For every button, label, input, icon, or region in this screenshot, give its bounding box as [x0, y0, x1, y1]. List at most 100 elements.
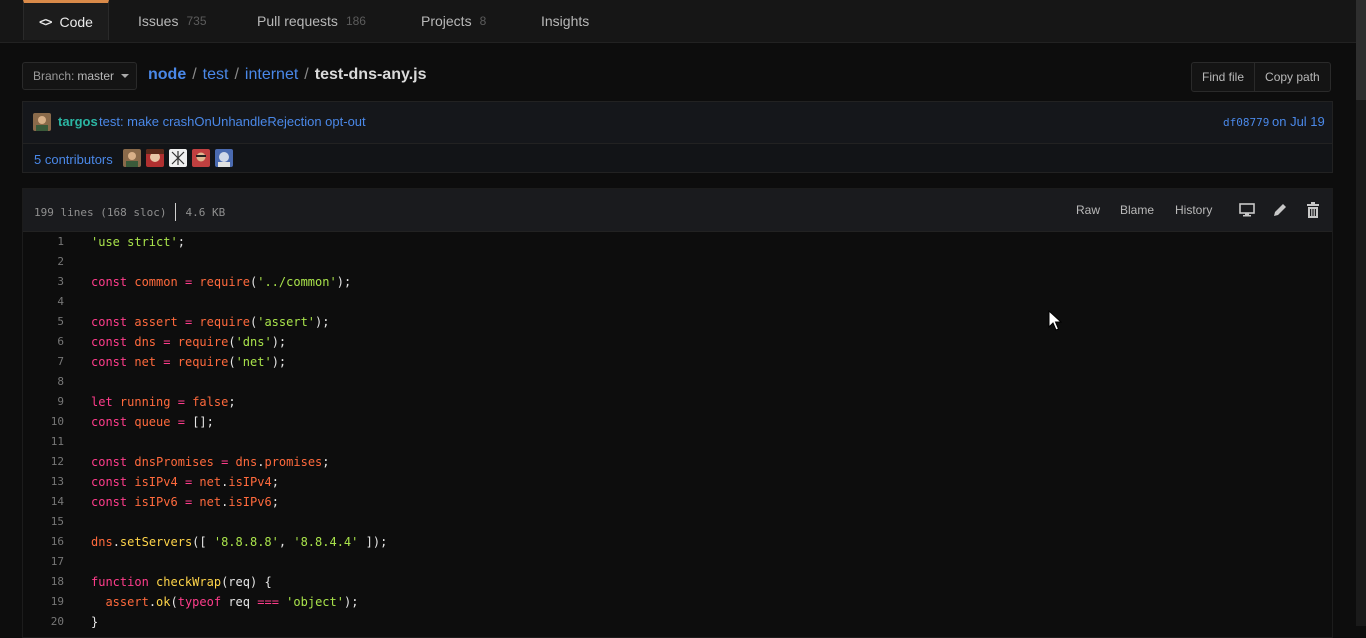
tab-code-label: Code — [59, 13, 93, 30]
latest-commit-row: targos test: make crashOnUnhandleRejecti… — [23, 102, 1332, 144]
file-info-divider — [175, 203, 177, 221]
line-content: const isIPv6 = net.isIPv6; — [91, 495, 279, 509]
code-line: 11 — [23, 432, 1332, 452]
copy-path-button[interactable]: Copy path — [1254, 63, 1330, 91]
mouse-pointer-icon — [1048, 310, 1062, 331]
repo-nav: <> Code Issues 735 Pull requests 186 Pro… — [0, 0, 1356, 43]
code-line: 20} — [23, 612, 1332, 632]
raw-button[interactable]: Raw — [1076, 203, 1100, 217]
file-viewer: 199 lines (168 sloc) 4.6 KB Raw Blame Hi… — [22, 188, 1333, 638]
contributor-avatar[interactable] — [123, 149, 141, 167]
code-line: 7 const net = require('net'); — [23, 352, 1332, 372]
tab-projects[interactable]: Projects 8 — [421, 0, 486, 42]
line-content: dns.setServers([ '8.8.8.8', '8.8.4.4' ])… — [91, 535, 388, 549]
line-content: const common = require('../common'); — [91, 275, 352, 289]
breadcrumb-separator: / — [234, 66, 239, 83]
tab-insights-label: Insights — [541, 13, 590, 29]
issues-count: 735 — [186, 14, 207, 28]
line-number[interactable]: 17 — [23, 552, 64, 572]
code-line: 13 const isIPv4 = net.isIPv4; — [23, 472, 1332, 492]
code-line: 12 const dnsPromises = dns.promises; — [23, 452, 1332, 472]
code-icon: <> — [39, 14, 52, 29]
line-number[interactable]: 14 — [23, 492, 64, 512]
contributor-avatar[interactable] — [146, 149, 164, 167]
line-content: function checkWrap(req) { — [91, 575, 272, 589]
branch-select-button[interactable]: Branch: master — [22, 62, 137, 90]
pencil-icon[interactable] — [1272, 202, 1288, 218]
code-line: 9 let running = false; — [23, 392, 1332, 412]
history-button[interactable]: History — [1175, 203, 1212, 217]
trash-icon[interactable] — [1306, 202, 1320, 218]
contributors-link[interactable]: 5 contributors — [34, 152, 113, 167]
line-number[interactable]: 7 — [23, 352, 64, 372]
file-size: 4.6 KB — [185, 205, 226, 219]
tab-insights[interactable]: Insights — [541, 0, 589, 42]
contributor-avatar[interactable] — [215, 149, 233, 167]
code-listing: 1 'use strict'; 2 3 const common = require('… — [23, 232, 1332, 632]
scrollbar-thumb[interactable] — [1356, 0, 1366, 100]
line-content: } — [91, 615, 99, 629]
author-avatar[interactable] — [33, 113, 51, 131]
tab-issues-label: Issues — [138, 13, 179, 29]
file-line-count: 199 lines (168 sloc) — [34, 205, 167, 219]
line-number[interactable]: 1 — [23, 232, 64, 252]
line-number[interactable]: 5 — [23, 312, 64, 332]
line-number[interactable]: 15 — [23, 512, 64, 532]
line-number[interactable]: 3 — [23, 272, 64, 292]
find-file-button[interactable]: Find file — [1192, 63, 1254, 91]
code-line: 19 assert.ok(typeof req === 'object'); — [23, 592, 1332, 612]
tab-issues[interactable]: Issues 735 — [138, 0, 207, 42]
code-line: 4 — [23, 292, 1332, 312]
contributor-avatar[interactable] — [192, 149, 210, 167]
line-number[interactable]: 9 — [23, 392, 64, 412]
file-action-history: History — [1175, 189, 1212, 231]
line-number[interactable]: 19 — [23, 592, 64, 612]
line-number[interactable]: 11 — [23, 432, 64, 452]
tab-pull-requests[interactable]: Pull requests 186 — [257, 0, 366, 42]
line-number[interactable]: 4 — [23, 292, 64, 312]
latest-commit-box: targos test: make crashOnUnhandleRejecti… — [22, 101, 1333, 173]
line-content: const dnsPromises = dns.promises; — [91, 455, 330, 469]
line-number[interactable]: 20 — [23, 612, 64, 632]
line-content: const assert = require('assert'); — [91, 315, 330, 329]
breadcrumb-separator: / — [304, 66, 309, 83]
code-line: 6 const dns = require('dns'); — [23, 332, 1332, 352]
code-line: 1 'use strict'; — [23, 232, 1332, 252]
line-number[interactable]: 2 — [23, 252, 64, 272]
breadcrumb-separator: / — [192, 66, 197, 83]
breadcrumb-test-link[interactable]: test — [203, 66, 229, 84]
file-action-blame: Blame — [1120, 189, 1154, 231]
tab-projects-label: Projects — [421, 13, 472, 29]
line-number[interactable]: 18 — [23, 572, 64, 592]
commit-sha-link[interactable]: df08779 — [1223, 116, 1269, 129]
line-number[interactable]: 13 — [23, 472, 64, 492]
line-content: let running = false; — [91, 395, 236, 409]
line-number[interactable]: 6 — [23, 332, 64, 352]
projects-count: 8 — [479, 14, 487, 28]
code-line: 8 — [23, 372, 1332, 392]
line-number[interactable]: 8 — [23, 372, 64, 392]
line-number[interactable]: 12 — [23, 452, 64, 472]
blame-button[interactable]: Blame — [1120, 203, 1154, 217]
breadcrumb-internet-link[interactable]: internet — [245, 66, 298, 84]
code-line: 2 — [23, 252, 1332, 272]
caret-down-icon — [121, 74, 130, 78]
line-content: 'use strict'; — [91, 235, 185, 249]
page-scrollbar[interactable] — [1356, 0, 1366, 626]
desktop-icon[interactable] — [1239, 203, 1255, 217]
line-number[interactable]: 16 — [23, 532, 64, 552]
breadcrumb: node / test / internet / test-dns-any.js — [148, 66, 426, 84]
commit-message-link[interactable]: test: make crashOnUnhandleRejection opt-… — [99, 114, 366, 129]
file-action-raw: Raw — [1076, 189, 1100, 231]
commit-date[interactable]: on Jul 19 — [1272, 114, 1325, 129]
tab-code[interactable]: <> Code — [23, 0, 109, 40]
commit-author-link[interactable]: targos — [58, 114, 98, 129]
code-line: 18 function checkWrap(req) { — [23, 572, 1332, 592]
line-content: const queue = []; — [91, 415, 214, 429]
breadcrumb-repo-link[interactable]: node — [148, 66, 186, 84]
code-line: 16 dns.setServers([ '8.8.8.8', '8.8.4.4' … — [23, 532, 1332, 552]
line-number[interactable]: 10 — [23, 412, 64, 432]
code-line: 14 const isIPv6 = net.isIPv6; — [23, 492, 1332, 512]
contributor-avatar[interactable] — [169, 149, 187, 167]
file-info: 199 lines (168 sloc) 4.6 KB — [34, 203, 225, 221]
